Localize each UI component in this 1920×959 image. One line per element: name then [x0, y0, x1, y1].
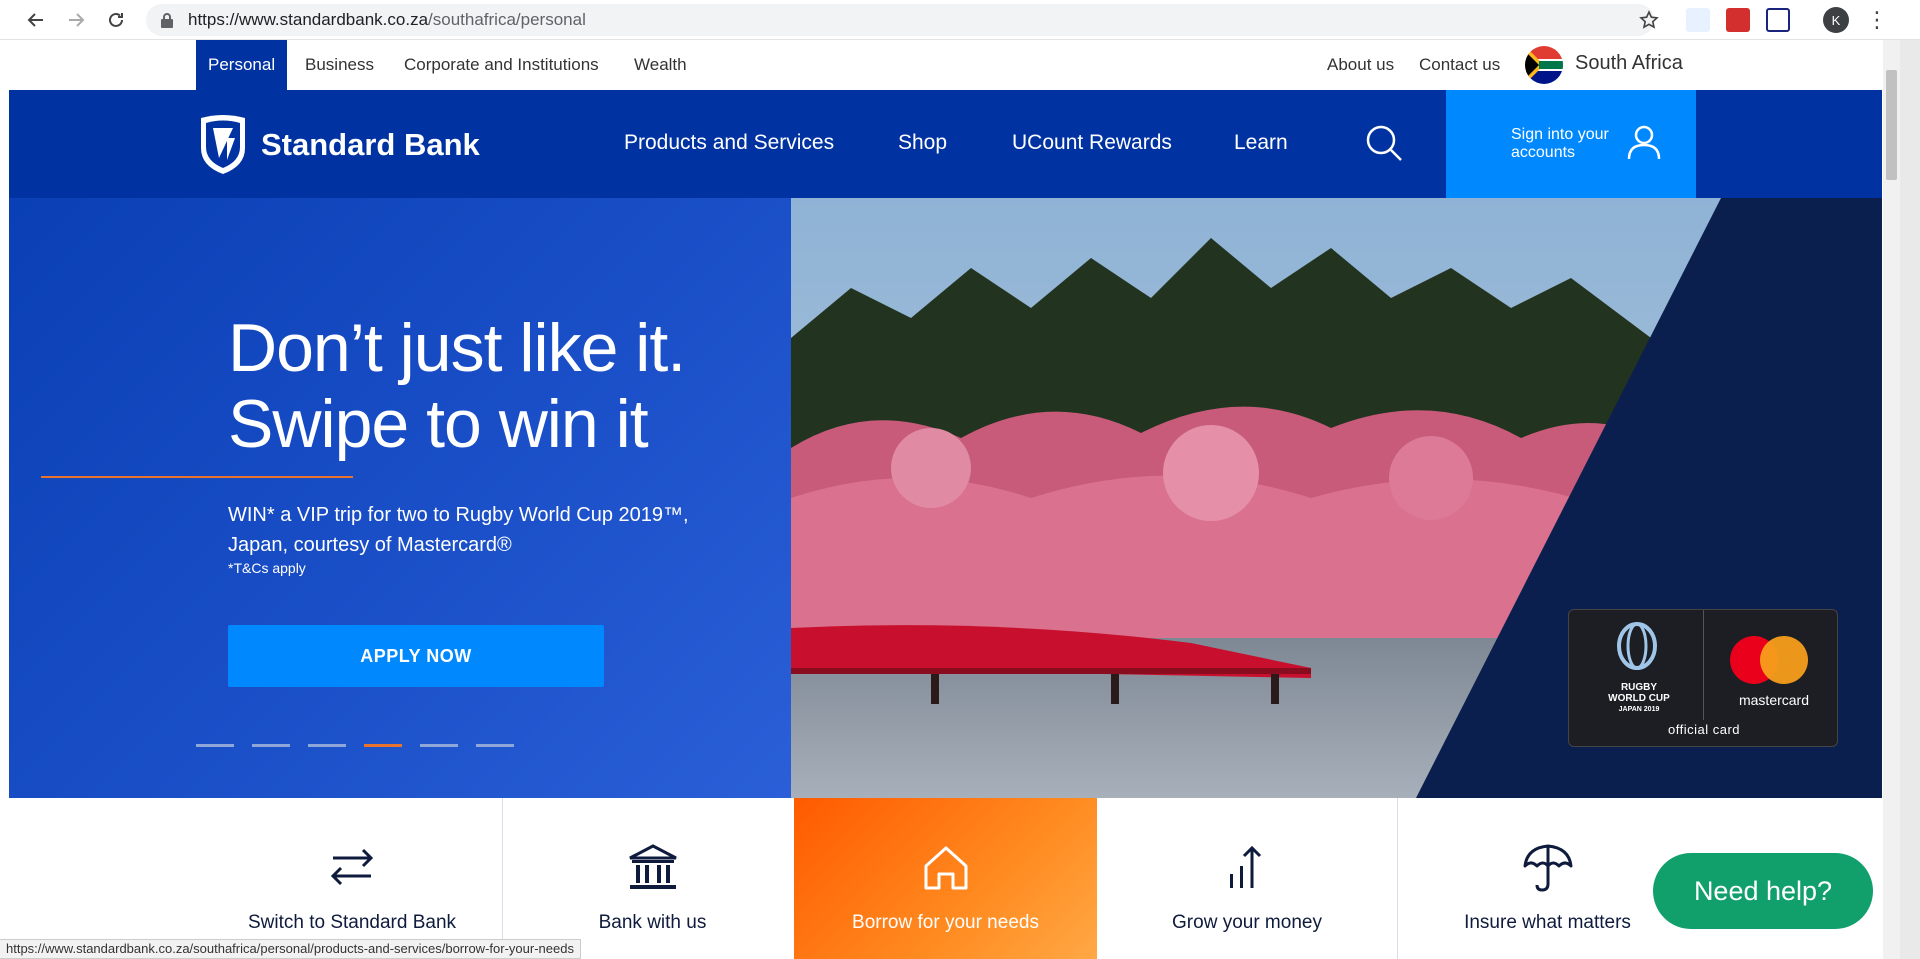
carousel-dot[interactable]	[252, 744, 290, 747]
tile-grow[interactable]: Grow your money	[1097, 798, 1397, 959]
standard-bank-logo[interactable]: Standard Bank	[197, 114, 480, 176]
tile-label: Borrow for your needs	[852, 912, 1039, 933]
sign-in-label-line1: Sign into your	[1511, 126, 1609, 143]
window-edge	[1900, 40, 1920, 959]
search-icon[interactable]	[1364, 123, 1404, 163]
tab-business[interactable]: Business	[305, 40, 374, 90]
terms-note: *T&Cs apply	[228, 560, 306, 576]
nav-shop[interactable]: Shop	[898, 90, 947, 198]
browser-toolbar: https://www.standardbank.co.za/southafri…	[0, 0, 1920, 40]
tile-borrow[interactable]: Borrow for your needs	[794, 798, 1097, 959]
status-bar-url: https://www.standardbank.co.za/southafri…	[0, 939, 581, 959]
country-selector[interactable]: South Africa	[1575, 40, 1683, 90]
hero-divider	[41, 476, 353, 478]
tile-label: Switch to Standard Bank	[247, 912, 457, 933]
browser-menu-icon[interactable]: ⋮	[1866, 6, 1888, 34]
lock-icon	[161, 13, 173, 28]
nav-ucount-rewards[interactable]: UCount Rewards	[1012, 90, 1172, 198]
carousel-dot[interactable]	[196, 744, 234, 747]
main-nav: Standard Bank Products and Services Shop…	[9, 90, 1882, 198]
tile-bank[interactable]: Bank with us	[502, 798, 802, 959]
contact-us-link[interactable]: Contact us	[1419, 40, 1500, 90]
tile-insure[interactable]: Insure what matters	[1397, 798, 1697, 959]
tile-label: Insure what matters	[1464, 912, 1631, 933]
sign-in-button[interactable]: Sign into your accounts	[1446, 90, 1696, 198]
growth-chart-icon	[1220, 840, 1274, 894]
tile-switch[interactable]: Switch to Standard Bank	[202, 798, 502, 959]
address-bar[interactable]: https://www.standardbank.co.za/southafri…	[146, 4, 1654, 36]
apply-now-button[interactable]: APPLY NOW	[228, 625, 604, 687]
south-africa-flag-icon[interactable]	[1525, 46, 1563, 84]
user-icon	[1626, 124, 1662, 160]
headline-line-1: Don’t just like it.	[228, 310, 686, 386]
hero-text-panel: Don’t just like it. Swipe to win it WIN*…	[9, 198, 791, 798]
url-path: /southafrica/personal	[428, 10, 586, 29]
nav-products-and-services[interactable]: Products and Services	[624, 90, 834, 198]
profile-avatar[interactable]: K	[1823, 7, 1849, 33]
tab-corporate[interactable]: Corporate and Institutions	[404, 40, 599, 90]
tab-wealth[interactable]: Wealth	[634, 40, 687, 90]
utility-nav: Personal Business Corporate and Institut…	[9, 40, 1882, 90]
carousel-dot[interactable]	[476, 744, 514, 747]
switch-arrows-icon	[325, 840, 379, 894]
official-card-label: official card	[1667, 722, 1740, 737]
rugby-world-cup-logo: RUGBY WORLD CUP JAPAN 2019	[1608, 682, 1670, 713]
reload-icon[interactable]	[102, 6, 130, 34]
headline-line-2: Swipe to win it	[228, 386, 649, 462]
scrollbar-thumb[interactable]	[1886, 70, 1897, 180]
hero-headline: Don’t just like it. Swipe to win it	[228, 310, 686, 462]
tile-label: Grow your money	[1172, 912, 1322, 933]
carousel-indicators	[196, 744, 532, 747]
page-scrollbar[interactable]	[1883, 40, 1900, 959]
extension-red-icon[interactable]	[1726, 8, 1750, 32]
sign-in-label-line2: accounts	[1511, 144, 1576, 161]
nav-learn[interactable]: Learn	[1234, 90, 1288, 198]
promo-line-2: Japan, courtesy of Mastercard®	[228, 534, 512, 556]
carousel-dot[interactable]	[420, 744, 458, 747]
house-icon	[919, 840, 973, 894]
about-us-link[interactable]: About us	[1327, 40, 1394, 90]
web-page: Personal Business Corporate and Institut…	[9, 40, 1882, 959]
brand-name: Standard Bank	[261, 127, 480, 162]
promo-text: WIN* a VIP trip for two to Rugby World C…	[228, 500, 728, 560]
tab-personal[interactable]: Personal	[196, 40, 288, 90]
mastercard-rugby-card: RUGBY WORLD CUP JAPAN 2019 mastercard of…	[1568, 609, 1838, 747]
mastercard-logo: mastercard	[1738, 692, 1810, 708]
quick-links: Switch to Standard Bank Bank with us Bor…	[9, 798, 1882, 959]
need-help-button[interactable]: Need help?	[1653, 853, 1873, 929]
hero-banner: Don’t just like it. Swipe to win it WIN*…	[9, 198, 1882, 798]
bank-building-icon	[626, 840, 680, 894]
back-icon[interactable]	[22, 6, 50, 34]
url-host: https://www.standardbank.co.za	[188, 10, 429, 29]
carousel-dot[interactable]	[308, 744, 346, 747]
carousel-dot-active[interactable]	[364, 744, 402, 747]
bookmark-star-icon[interactable]	[1635, 6, 1663, 34]
tile-label: Bank with us	[598, 912, 707, 933]
shield-logo-icon	[201, 115, 245, 174]
promo-line-1: WIN* a VIP trip for two to Rugby World C…	[228, 504, 689, 526]
forward-icon[interactable]	[62, 6, 90, 34]
extension-n-icon[interactable]	[1766, 8, 1790, 32]
umbrella-icon	[1521, 840, 1575, 894]
extension-bug-icon[interactable]	[1686, 8, 1710, 32]
